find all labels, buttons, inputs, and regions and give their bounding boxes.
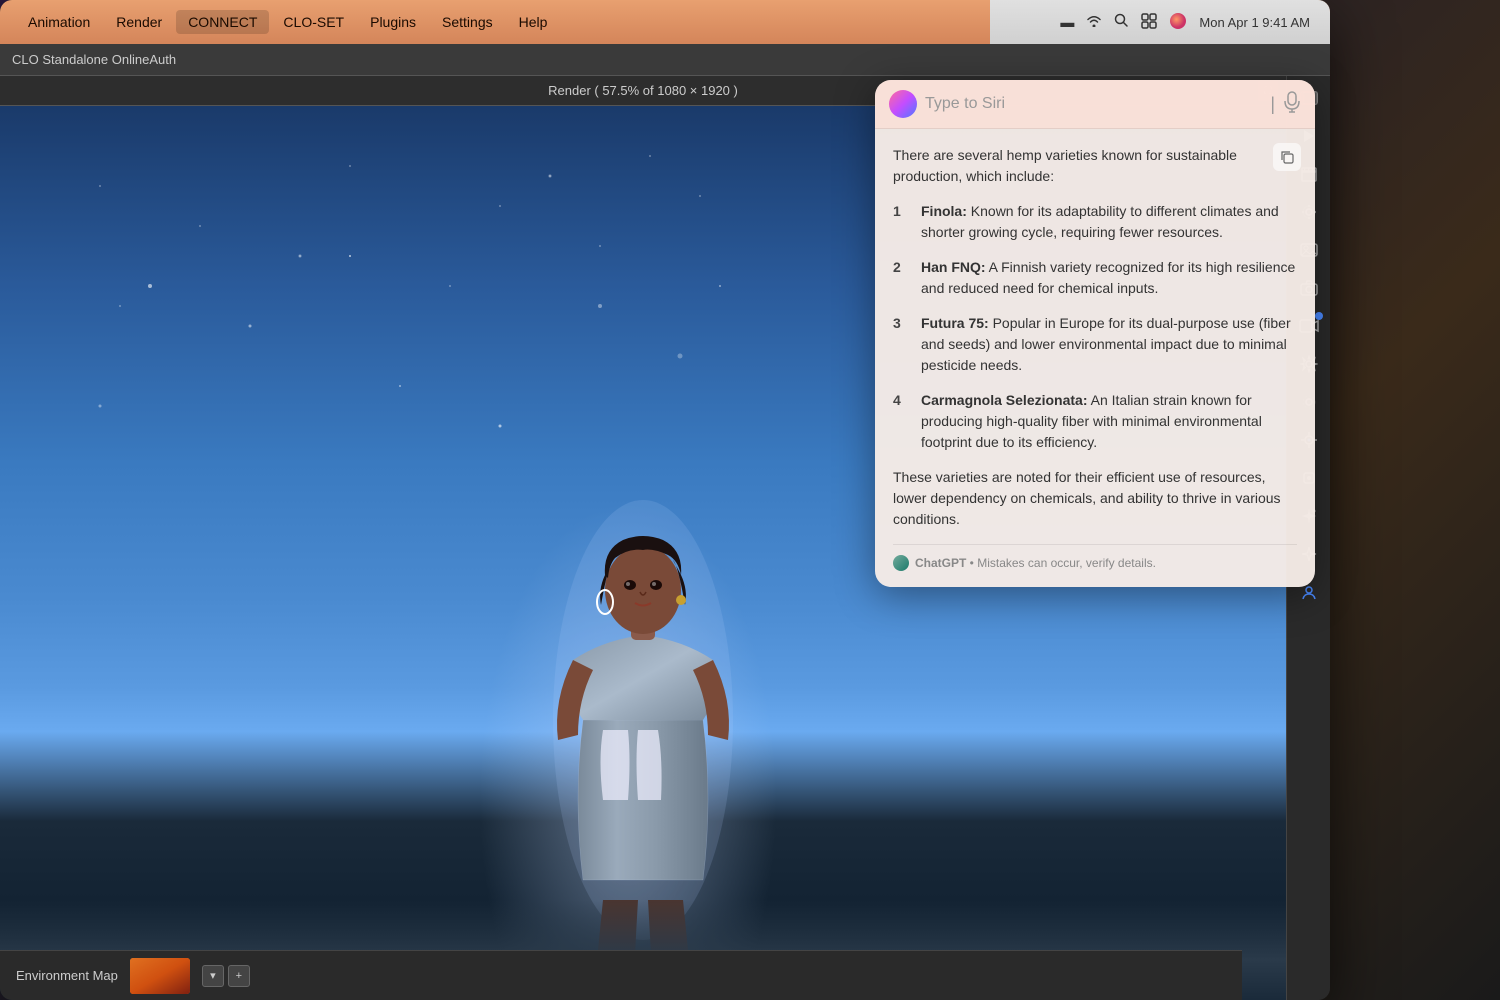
toolbar-row: CLO Standalone OnlineAuth: [0, 44, 1330, 76]
list-title-4: Carmagnola Selezionata:: [921, 392, 1088, 408]
list-item: 1 Finola: Known for its adaptability to …: [893, 201, 1297, 243]
siri-content: There are several hemp varieties known f…: [875, 129, 1315, 587]
siri-footer: ChatGPT • Mistakes can occur, verify det…: [893, 544, 1297, 571]
copy-button[interactable]: [1273, 143, 1301, 171]
list-num-4: 4: [893, 390, 909, 453]
env-map-controls: ▾ +: [202, 965, 250, 987]
text-cursor-icon: |: [1270, 94, 1275, 115]
siri-input-row: |: [875, 80, 1315, 129]
siri-intro-text: There are several hemp varieties known f…: [893, 145, 1297, 187]
control-center-icon[interactable]: [1141, 13, 1157, 32]
chatgpt-icon: [893, 555, 909, 571]
chatgpt-label: ChatGPT: [915, 556, 966, 570]
battery-icon: ▬: [1060, 14, 1074, 30]
search-icon[interactable]: [1114, 13, 1129, 31]
menu-settings[interactable]: Settings: [430, 10, 505, 34]
list-num-3: 3: [893, 313, 909, 376]
env-add-btn[interactable]: +: [228, 965, 250, 987]
list-text-3: Futura 75: Popular in Europe for its dua…: [921, 313, 1297, 376]
siri-outro-text: These varieties are noted for their effi…: [893, 467, 1297, 530]
menubar-left: Animation Render CONNECT CLO-SET Plugins…: [16, 10, 559, 34]
siri-list: 1 Finola: Known for its adaptability to …: [893, 201, 1297, 453]
microphone-icon[interactable]: [1283, 91, 1301, 118]
list-title-2: Han FNQ:: [921, 259, 986, 275]
env-dropdown-btn[interactable]: ▾: [202, 965, 224, 987]
wifi-icon: [1086, 14, 1102, 30]
siri-footer-text: ChatGPT • Mistakes can occur, verify det…: [915, 556, 1156, 570]
list-body-1: Known for its adaptability to different …: [921, 203, 1279, 240]
menubar: Animation Render CONNECT CLO-SET Plugins…: [0, 0, 1330, 44]
siri-panel: | ▾ There are several hemp varieties kno…: [875, 80, 1315, 587]
list-num-1: 1: [893, 201, 909, 243]
menu-closet[interactable]: CLO-SET: [271, 10, 356, 34]
menu-help[interactable]: Help: [507, 10, 560, 34]
siri-icon[interactable]: [1169, 12, 1187, 33]
list-item: 3 Futura 75: Popular in Europe for its d…: [893, 313, 1297, 376]
menu-render[interactable]: Render: [104, 10, 174, 34]
render-label-text: Render ( 57.5% of 1080 × 1920 ): [548, 83, 738, 98]
list-text-1: Finola: Known for its adaptability to di…: [921, 201, 1297, 243]
list-text-4: Carmagnola Selezionata: An Italian strai…: [921, 390, 1297, 453]
siri-orb-icon: [889, 90, 917, 118]
list-num-2: 2: [893, 257, 909, 299]
list-item: 2 Han FNQ: A Finnish variety recognized …: [893, 257, 1297, 299]
list-title-1: Finola:: [921, 203, 967, 219]
toolbar-title: CLO Standalone OnlineAuth: [12, 52, 176, 67]
system-time: Mon Apr 1 9:41 AM: [1199, 15, 1310, 30]
bottom-panel: Environment Map ▾: [0, 950, 1242, 1000]
disclaimer-text: • Mistakes can occur, verify details.: [966, 556, 1156, 570]
list-title-3: Futura 75:: [921, 315, 989, 331]
siri-search-input[interactable]: [925, 95, 1262, 113]
list-item: 4 Carmagnola Selezionata: An Italian str…: [893, 390, 1297, 453]
env-map-thumbnail[interactable]: [130, 958, 190, 994]
list-text-2: Han FNQ: A Finnish variety recognized fo…: [921, 257, 1297, 299]
system-menubar: ▬: [990, 0, 1330, 44]
menu-animation[interactable]: Animation: [16, 10, 102, 34]
env-map-label: Environment Map: [16, 968, 118, 983]
menu-connect[interactable]: CONNECT: [176, 10, 269, 34]
menu-plugins[interactable]: Plugins: [358, 10, 428, 34]
